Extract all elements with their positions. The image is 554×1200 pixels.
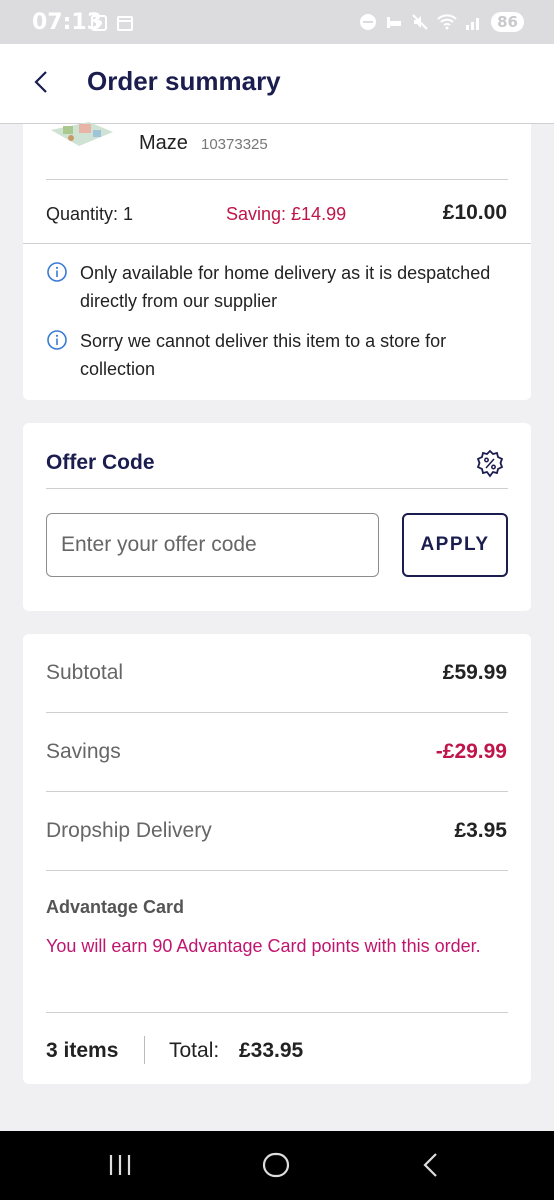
divider	[46, 179, 508, 180]
order-totals-card: Subtotal £59.99 Savings -£29.99 Dropship…	[23, 634, 531, 1084]
signal-icon	[466, 18, 480, 30]
page-title: Order summary	[87, 66, 281, 96]
item-price: £10.00	[442, 201, 507, 224]
back-icon[interactable]	[412, 1147, 452, 1183]
wifi-icon	[437, 14, 457, 30]
info-icon	[47, 262, 67, 282]
offer-code-input[interactable]	[46, 513, 379, 577]
offer-code-title: Offer Code	[46, 451, 155, 474]
advantage-card-label: Advantage Card	[46, 897, 185, 917]
delivery-note: Only available for home delivery as it i…	[46, 259, 510, 315]
screenshot-icon	[91, 15, 107, 31]
subtotal-label: Subtotal	[46, 661, 124, 684]
delivery-note-text: Only available for home delivery as it i…	[80, 263, 491, 311]
product-thumbnail[interactable]	[49, 120, 115, 150]
divider	[46, 488, 508, 489]
advantage-points-text: You will earn 90 Advantage Card points w…	[46, 936, 481, 956]
savings-label: Savings	[46, 740, 121, 763]
offer-code-card: Offer Code APPLY	[23, 423, 531, 611]
dnd-icon	[360, 14, 377, 30]
total-value: £33.95	[239, 1039, 304, 1062]
chevron-left-icon[interactable]	[26, 64, 62, 100]
home-icon[interactable]	[256, 1147, 296, 1183]
divider	[46, 791, 508, 792]
collection-note: Sorry we cannot deliver this item to a s…	[46, 327, 510, 383]
mute-icon	[412, 14, 428, 30]
product-sku: 10373325	[201, 136, 268, 153]
system-nav-bar	[0, 1131, 554, 1200]
divider	[23, 243, 531, 244]
savings-value: -£29.99	[435, 740, 507, 763]
separator	[144, 1036, 145, 1064]
total-label: Total:	[169, 1039, 220, 1062]
app-header: Order summary	[0, 44, 554, 124]
collection-note-text: Sorry we cannot deliver this item to a s…	[80, 331, 447, 379]
apply-button[interactable]: APPLY	[402, 513, 508, 577]
items-count: 3 items	[46, 1039, 119, 1062]
subtotal-value: £59.99	[442, 661, 507, 684]
divider	[46, 1012, 508, 1013]
discount-badge-icon	[476, 449, 504, 478]
divider	[46, 870, 508, 871]
calendar-icon	[117, 16, 133, 31]
delivery-value: £3.95	[454, 819, 507, 842]
divider	[46, 712, 508, 713]
product-card: Maze 10373325 Quantity: 1 Saving: £14.99…	[23, 122, 531, 400]
saving-label: Saving: £14.99	[226, 204, 347, 224]
status-bar: 07:13 86	[0, 0, 554, 44]
battery-indicator: 86	[491, 12, 524, 32]
recent-apps-icon[interactable]	[100, 1147, 140, 1183]
sleep-icon	[387, 17, 402, 28]
product-name: Maze	[139, 132, 188, 154]
delivery-label: Dropship Delivery	[46, 819, 212, 842]
quantity-label: Quantity: 1	[46, 204, 134, 224]
info-icon	[47, 330, 67, 350]
